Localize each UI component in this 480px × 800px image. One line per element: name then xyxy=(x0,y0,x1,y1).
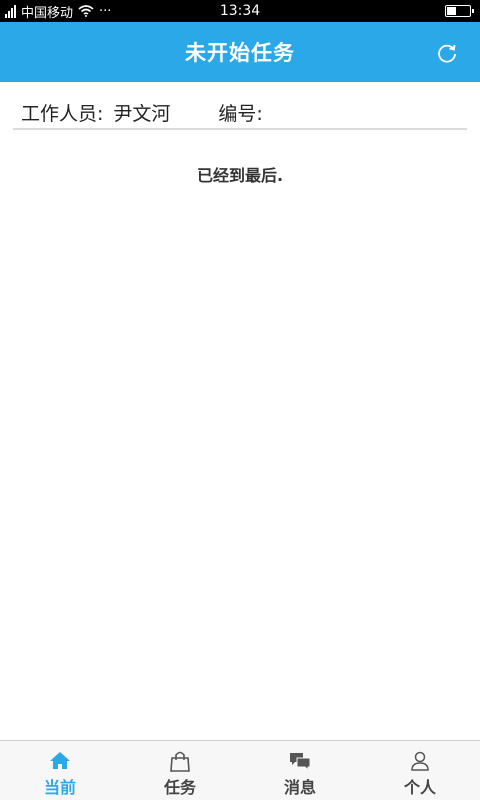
worker-info-row: 工作人员: 尹文河 编号: xyxy=(13,96,467,130)
tab-label: 任务 xyxy=(163,778,196,797)
app-header: 未开始任务 xyxy=(0,22,480,82)
refresh-icon[interactable] xyxy=(436,42,458,64)
status-bar: 中国移动 ··· 13:34 xyxy=(0,0,480,22)
tab-current[interactable]: 当前 xyxy=(0,741,120,800)
worker-number-label: 编号: xyxy=(218,102,263,125)
chat-icon xyxy=(290,753,311,772)
bottom-tab-bar: 当前 任务 消息 个人 xyxy=(0,740,480,800)
page-title: 未开始任务 xyxy=(185,41,295,65)
home-icon xyxy=(50,752,70,769)
tab-label: 消息 xyxy=(283,778,316,797)
tab-profile[interactable]: 个人 xyxy=(360,741,480,800)
clock: 13:34 xyxy=(219,3,261,19)
tab-messages[interactable]: 消息 xyxy=(240,741,360,800)
worker-label: 工作人员: xyxy=(21,102,104,125)
battery-icon xyxy=(445,5,474,17)
worker-name: 尹文河 xyxy=(113,102,171,125)
list-end-message: 已经到最后. xyxy=(196,166,284,185)
tab-tasks[interactable]: 任务 xyxy=(120,741,240,800)
bag-icon xyxy=(170,751,190,772)
tab-label: 当前 xyxy=(43,778,76,797)
person-icon xyxy=(411,751,429,771)
tab-label: 个人 xyxy=(403,778,436,797)
